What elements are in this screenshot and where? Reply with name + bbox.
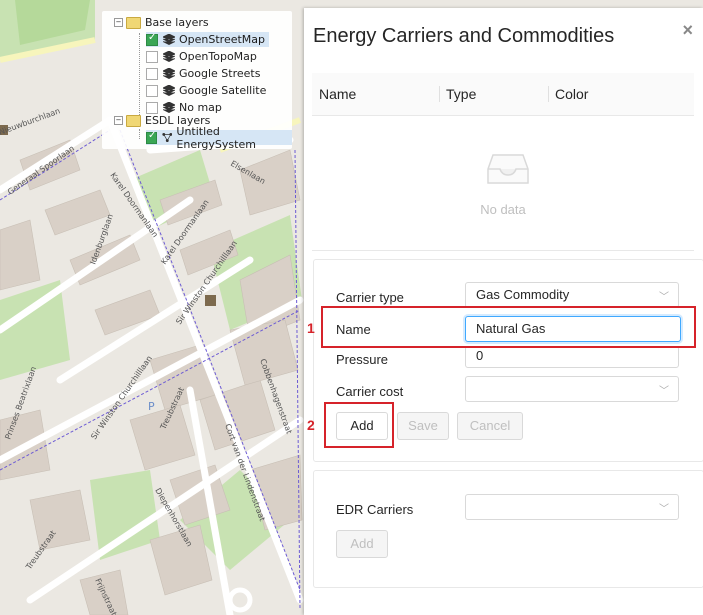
save-button[interactable]: Save	[397, 412, 449, 440]
layer-checkbox[interactable]	[146, 67, 158, 80]
layer-tree: − Base layers OpenStreetMap OpenTopoMap …	[102, 11, 292, 151]
carrier-type-select[interactable]: Gas Commodity ﹀	[465, 282, 679, 308]
base-layers-group[interactable]: − Base layers	[114, 16, 209, 29]
chevron-down-icon: ﹀	[659, 292, 669, 303]
edr-carriers-label: EDR Carriers	[336, 502, 414, 517]
annotation-box-1	[321, 306, 696, 348]
layer-label: OpenTopoMap	[179, 50, 257, 63]
carriers-table-header: Name Type Color	[312, 73, 694, 116]
layer-item-openstreetmap[interactable]: OpenStreetMap	[146, 32, 270, 47]
layer-label: Google Streets	[179, 67, 261, 80]
panel-title: Energy Carriers and Commodities	[313, 25, 615, 47]
annotation-number-1: 1	[307, 320, 315, 336]
network-icon	[162, 133, 173, 142]
carriers-table-empty: No data	[312, 116, 694, 251]
layer-item-google-satellite[interactable]: Google Satellite	[146, 83, 266, 98]
layer-checkbox[interactable]	[146, 32, 158, 46]
chevron-down-icon: ﹀	[659, 386, 669, 397]
annotation-box-2	[324, 402, 394, 448]
layer-item-google-streets[interactable]: Google Streets	[146, 66, 260, 81]
layers-icon	[163, 34, 175, 45]
carrier-type-label: Carrier type	[336, 290, 404, 305]
annotation-number-2: 2	[307, 417, 315, 433]
collapse-toggle-icon[interactable]: −	[114, 116, 123, 125]
cancel-button[interactable]: Cancel	[457, 412, 523, 440]
empty-text: No data	[480, 202, 526, 217]
carrier-type-value: Gas Commodity	[476, 287, 570, 302]
pressure-label: Pressure	[336, 352, 389, 367]
layer-item-no-map[interactable]: No map	[146, 100, 222, 115]
chevron-down-icon: ﹀	[659, 504, 669, 515]
pressure-value: 0	[476, 348, 484, 363]
layers-icon	[163, 85, 175, 96]
close-icon[interactable]: ×	[682, 20, 693, 41]
poi-icon	[205, 295, 216, 306]
layer-label: Google Satellite	[179, 84, 267, 97]
layer-item-opentopomap[interactable]: OpenTopoMap	[146, 49, 257, 64]
folder-icon	[126, 16, 141, 29]
layer-label: Untitled EnergySystem	[176, 124, 256, 151]
carrier-cost-label: Carrier cost	[336, 384, 404, 399]
collapse-toggle-icon[interactable]: −	[114, 18, 123, 27]
layer-item-untitled-energysystem[interactable]: Untitled EnergySystem	[146, 125, 292, 151]
edr-carriers-select[interactable]: ﹀	[465, 494, 679, 520]
edr-carriers-card: EDR Carriers ﹀ Add	[313, 470, 703, 588]
column-header-color[interactable]: Color	[548, 73, 694, 115]
base-layers-label: Base layers	[145, 16, 209, 29]
layer-checkbox[interactable]	[146, 130, 157, 144]
carrier-cost-select[interactable]: ﹀	[465, 376, 679, 402]
layer-checkbox[interactable]	[146, 84, 158, 97]
layers-icon	[163, 102, 175, 113]
layer-checkbox[interactable]	[146, 50, 158, 63]
layer-label: OpenStreetMap	[179, 33, 266, 46]
layers-icon	[163, 51, 175, 62]
pressure-input[interactable]: 0	[465, 346, 679, 368]
layer-label: No map	[179, 101, 222, 114]
add-edr-button[interactable]: Add	[336, 530, 388, 558]
layer-checkbox[interactable]	[146, 101, 158, 114]
column-header-name[interactable]: Name	[312, 73, 439, 115]
folder-icon	[126, 114, 141, 127]
layers-icon	[163, 68, 175, 79]
parking-marker: P	[148, 400, 155, 413]
empty-inbox-icon	[487, 154, 529, 184]
column-header-type[interactable]: Type	[439, 73, 548, 115]
